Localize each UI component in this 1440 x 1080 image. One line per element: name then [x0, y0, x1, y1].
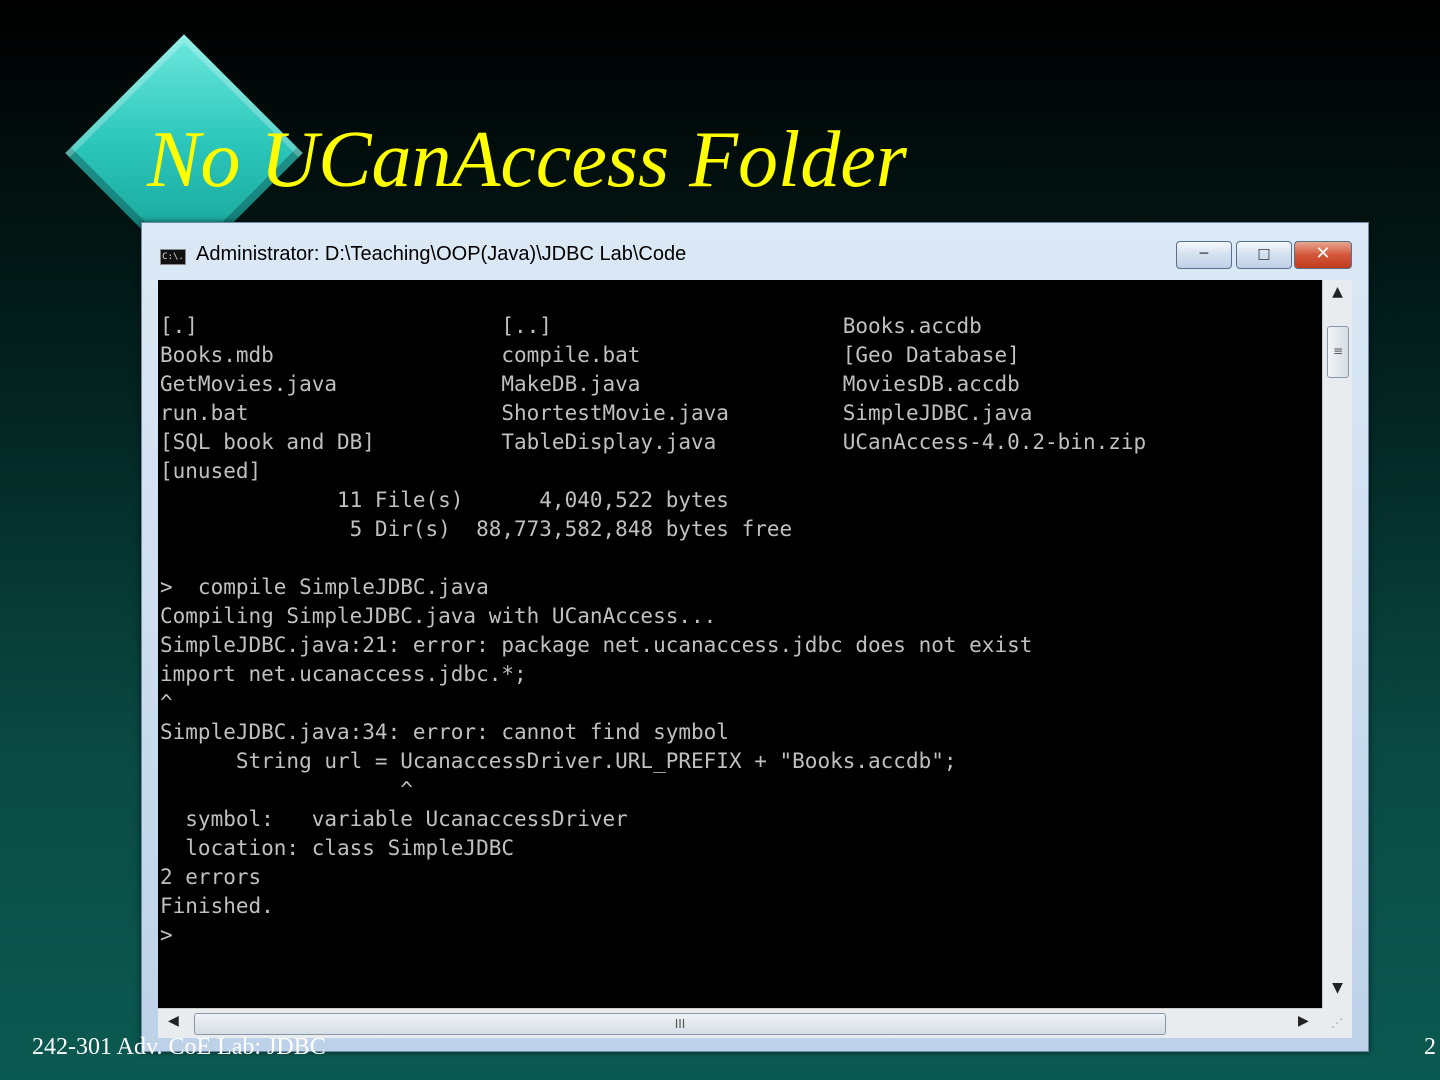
- console-line: Books.mdb compile.bat [Geo Database]: [160, 343, 1020, 367]
- console-line: String url = UcanaccessDriver.URL_PREFIX…: [160, 749, 957, 773]
- console-line: SimpleJDBC.java:34: error: cannot find s…: [160, 720, 729, 744]
- footer-course-label: 242-301 Adv. CoE Lab: JDBC: [32, 1034, 326, 1060]
- maximize-button[interactable]: □: [1236, 241, 1292, 269]
- minimize-button[interactable]: ─: [1176, 241, 1232, 269]
- window-titlebar[interactable]: C:\. Administrator: D:\Teaching\OOP(Java…: [142, 223, 1368, 281]
- slide-title: No UCanAccess Folder: [147, 116, 907, 204]
- close-icon: ✕: [1315, 243, 1331, 264]
- console-line: [SQL book and DB] TableDisplay.java UCan…: [160, 430, 1147, 454]
- console-line: SimpleJDBC.java:21: error: package net.u…: [160, 633, 1033, 657]
- console-line: 5 Dir(s) 88,773,582,848 bytes free: [160, 517, 793, 541]
- scroll-down-arrow-icon[interactable]: ▼: [1323, 980, 1352, 996]
- console-line: >: [160, 923, 173, 947]
- console-line: location: class SimpleJDBC: [160, 836, 515, 860]
- console-line: Finished.: [160, 894, 274, 918]
- cmd-icon: C:\.: [160, 249, 186, 265]
- console-line: symbol: variable UcanaccessDriver: [160, 807, 628, 831]
- console-line: ^: [160, 691, 173, 715]
- console-line: GetMovies.java MakeDB.java MoviesDB.accd…: [160, 372, 1020, 396]
- console-line: [unused]: [160, 459, 262, 483]
- scroll-up-arrow-icon[interactable]: ▲: [1323, 284, 1352, 300]
- page-number: 2: [1424, 1034, 1436, 1060]
- vertical-scrollbar[interactable]: ▲ ≡ ▼: [1322, 280, 1352, 1008]
- console-line: Compiling SimpleJDBC.java with UCanAcces…: [160, 604, 717, 628]
- horizontal-scroll-thumb[interactable]: III: [194, 1013, 1166, 1035]
- console-output[interactable]: [.] [..] Books.accdb Books.mdb compile.b…: [158, 280, 1322, 1008]
- console-window[interactable]: C:\. Administrator: D:\Teaching\OOP(Java…: [141, 222, 1369, 1052]
- console-line: import net.ucanaccess.jdbc.*;: [160, 662, 527, 686]
- console-text: [.] [..] Books.accdb Books.mdb compile.b…: [160, 312, 1146, 950]
- console-line: > compile SimpleJDBC.java: [160, 575, 489, 599]
- vertical-scroll-thumb[interactable]: ≡: [1327, 326, 1349, 378]
- horizontal-scrollbar[interactable]: ◀ III ▶: [158, 1008, 1322, 1038]
- resize-grip-icon[interactable]: ⋰: [1322, 1008, 1352, 1038]
- console-line: [.] [..] Books.accdb: [160, 314, 982, 338]
- close-button[interactable]: ✕: [1294, 241, 1352, 269]
- maximize-icon: □: [1257, 246, 1271, 262]
- minimize-icon: ─: [1199, 246, 1209, 262]
- console-line: run.bat ShortestMovie.java SimpleJDBC.ja…: [160, 401, 1033, 425]
- console-line: 11 File(s) 4,040,522 bytes: [160, 488, 729, 512]
- scroll-right-arrow-icon[interactable]: ▶: [1298, 1013, 1309, 1029]
- console-line: 2 errors: [160, 865, 262, 889]
- console-line: ^: [160, 778, 413, 802]
- window-title: Administrator: D:\Teaching\OOP(Java)\JDB…: [196, 243, 687, 265]
- scroll-left-arrow-icon[interactable]: ◀: [168, 1013, 179, 1029]
